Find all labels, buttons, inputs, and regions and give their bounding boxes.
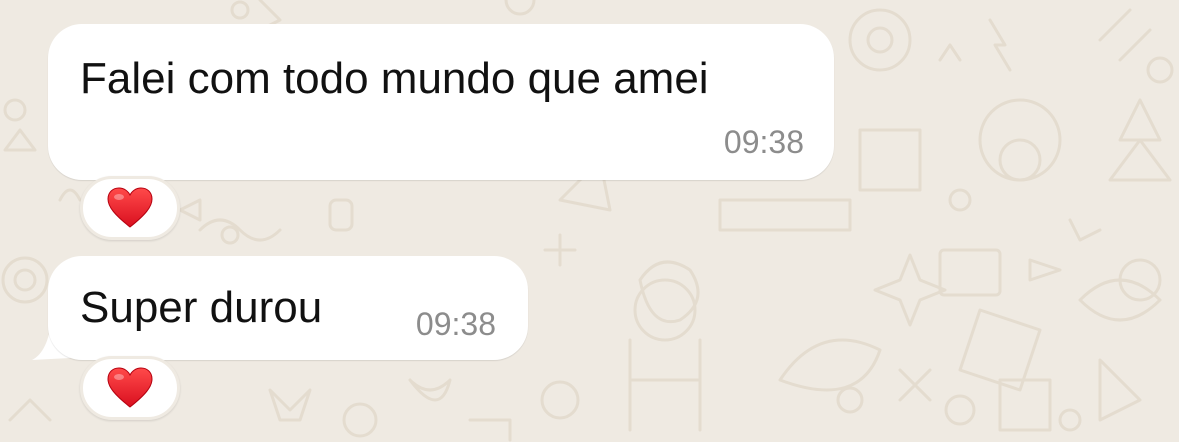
incoming-message-bubble[interactable]: Falei com todo mundo que amei 09:38: [48, 24, 834, 180]
message-text: Falei com todo mundo que amei: [80, 54, 709, 103]
message-reaction[interactable]: [80, 176, 180, 240]
message-reaction[interactable]: [80, 356, 180, 420]
red-heart-icon: [107, 187, 153, 229]
message-timestamp: 09:38: [415, 306, 496, 342]
message-text: Super durou: [80, 283, 323, 332]
incoming-message-bubble[interactable]: Super durou 09:38: [48, 256, 528, 360]
message-timestamp: 09:38: [723, 124, 804, 160]
red-heart-icon: [107, 367, 153, 409]
